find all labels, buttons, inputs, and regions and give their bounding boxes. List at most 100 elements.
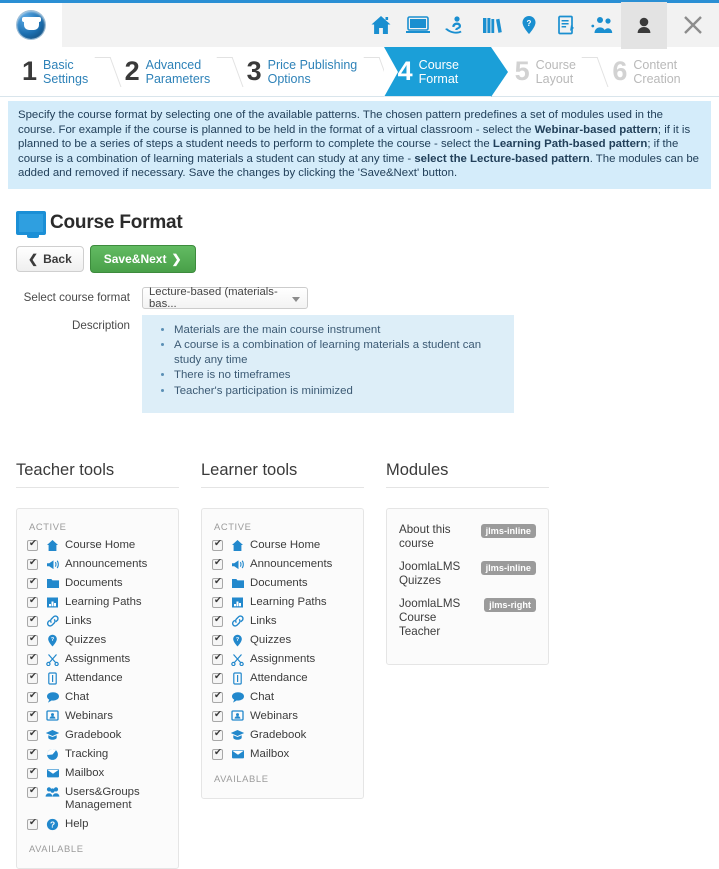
module-row[interactable]: JoomlaLMS Quizzes jlms-inline xyxy=(399,560,536,588)
tool-item[interactable]: Attendance xyxy=(27,671,168,685)
learner-tools-title: Learner tools xyxy=(201,461,364,488)
tool-checkbox[interactable] xyxy=(212,557,223,570)
tool-item[interactable]: ? Help xyxy=(27,817,168,831)
tool-item[interactable]: Gradebook xyxy=(212,728,353,742)
tool-label: Links xyxy=(250,615,277,627)
tool-item[interactable]: ? Quizzes xyxy=(212,633,353,647)
tool-item[interactable]: Documents xyxy=(212,576,353,590)
tool-label: Documents xyxy=(65,577,123,589)
tool-label: Webinars xyxy=(250,710,298,722)
tool-checkbox[interactable] xyxy=(27,595,38,608)
tool-checkbox[interactable] xyxy=(27,766,38,779)
tool-item[interactable]: Webinars xyxy=(27,709,168,723)
pie-chart-icon xyxy=(45,748,60,761)
users-icon[interactable] xyxy=(584,2,621,49)
tool-checkbox[interactable] xyxy=(27,652,38,665)
wizard-step-1[interactable]: 1 Basic Settings xyxy=(12,47,122,96)
module-row[interactable]: About this course jlms-inline xyxy=(399,523,536,551)
tool-checkbox[interactable] xyxy=(27,690,38,703)
joomlalms-logo[interactable] xyxy=(0,3,62,47)
tool-label: Links xyxy=(65,615,92,627)
svg-text:?: ? xyxy=(526,19,531,28)
wizard-steps: 1 Basic Settings 2 Advanced Parameters 3 Price … xyxy=(0,47,719,97)
tool-checkbox[interactable] xyxy=(212,576,223,589)
report-icon[interactable] xyxy=(547,2,584,49)
tool-checkbox[interactable] xyxy=(27,728,38,741)
tool-item[interactable]: Chat xyxy=(27,690,168,704)
tool-item[interactable]: Assignments xyxy=(27,652,168,666)
tool-checkbox[interactable] xyxy=(27,671,38,684)
tool-label: Mailbox xyxy=(250,748,290,760)
tool-item[interactable]: Announcements xyxy=(27,557,168,571)
tool-checkbox[interactable] xyxy=(27,817,38,830)
tool-checkbox[interactable] xyxy=(212,538,223,551)
tool-checkbox[interactable] xyxy=(212,690,223,703)
save-next-button-label: Save&Next xyxy=(103,251,167,266)
webinar-icon xyxy=(230,710,245,722)
library-icon[interactable] xyxy=(473,2,510,49)
tool-item[interactable]: Learning Paths xyxy=(27,595,168,609)
modules-panel: About this course jlms-inline JoomlaLMS Qu… xyxy=(386,508,549,665)
tool-checkbox[interactable] xyxy=(27,576,38,589)
save-next-button[interactable]: Save&Next ❯ xyxy=(89,244,196,273)
tool-item[interactable]: Chat xyxy=(212,690,353,704)
module-row[interactable]: JoomlaLMS Course Teacher jlms-right xyxy=(399,597,536,639)
tool-item[interactable]: Links xyxy=(27,614,168,628)
modules-column: Modules About this course jlms-inline Joom… xyxy=(386,461,549,869)
tool-checkbox[interactable] xyxy=(212,728,223,741)
course-format-select[interactable]: Lecture-based (materials-bas... xyxy=(142,286,308,310)
avatar-icon[interactable] xyxy=(621,1,667,49)
wizard-step-label: Price Publishing Options xyxy=(267,57,358,86)
wizard-step-4[interactable]: 4 Course Format xyxy=(383,47,508,97)
tool-checkbox[interactable] xyxy=(212,747,223,760)
tool-label: Help xyxy=(65,818,89,830)
tool-label: Course Home xyxy=(65,539,136,551)
quiz-pin-icon: ? xyxy=(45,634,60,647)
mail-icon xyxy=(45,767,60,779)
path-icon xyxy=(230,596,245,609)
back-button[interactable]: ❮ Back xyxy=(16,245,84,272)
close-icon[interactable] xyxy=(667,2,719,49)
tool-item[interactable]: Attendance xyxy=(212,671,353,685)
tool-item[interactable]: Links xyxy=(212,614,353,628)
tool-checkbox[interactable] xyxy=(212,652,223,665)
quiz-pin-icon[interactable]: ? xyxy=(510,2,547,49)
tool-checkbox[interactable] xyxy=(27,747,38,760)
tool-item[interactable]: Mailbox xyxy=(212,747,353,761)
tool-item[interactable]: Documents xyxy=(27,576,168,590)
tool-item[interactable]: Learning Paths xyxy=(212,595,353,609)
tool-item[interactable]: Course Home xyxy=(27,538,168,552)
tool-item[interactable]: Users&Groups Management xyxy=(27,785,168,812)
tool-item[interactable]: Mailbox xyxy=(27,766,168,780)
course-format-icon xyxy=(16,210,46,238)
wizard-step-5[interactable]: 5 Course Layout xyxy=(505,47,609,96)
tool-item[interactable]: Webinars xyxy=(212,709,353,723)
classroom-icon[interactable] xyxy=(399,2,436,49)
wizard-step-3[interactable]: 3 Price Publishing Options xyxy=(237,47,391,96)
tool-checkbox[interactable] xyxy=(27,709,38,722)
tool-item[interactable]: Announcements xyxy=(212,557,353,571)
action-buttons: ❮ Back Save&Next ❯ xyxy=(16,244,719,273)
tool-item[interactable]: ? Quizzes xyxy=(27,633,168,647)
tool-checkbox[interactable] xyxy=(27,538,38,551)
tool-item[interactable]: Assignments xyxy=(212,652,353,666)
tool-checkbox[interactable] xyxy=(27,614,38,627)
tool-checkbox[interactable] xyxy=(212,633,223,646)
wizard-step-2[interactable]: 2 Advanced Parameters xyxy=(115,47,244,96)
tool-item[interactable]: Tracking xyxy=(27,747,168,761)
learning-icon[interactable] xyxy=(436,2,473,49)
home-icon[interactable] xyxy=(362,2,399,49)
tool-checkbox[interactable] xyxy=(27,785,38,798)
tool-item[interactable]: Course Home xyxy=(212,538,353,552)
tool-checkbox[interactable] xyxy=(212,709,223,722)
wizard-step-6[interactable]: 6 Content Creation xyxy=(602,47,707,96)
tool-checkbox[interactable] xyxy=(27,633,38,646)
folder-icon xyxy=(230,577,245,589)
tool-checkbox[interactable] xyxy=(212,614,223,627)
tool-checkbox[interactable] xyxy=(27,557,38,570)
tool-item[interactable]: Gradebook xyxy=(27,728,168,742)
tool-checkbox[interactable] xyxy=(212,671,223,684)
learner-available-header: AVAILABLE xyxy=(214,773,269,784)
tool-checkbox[interactable] xyxy=(212,595,223,608)
page-title: Course Format xyxy=(50,211,183,233)
